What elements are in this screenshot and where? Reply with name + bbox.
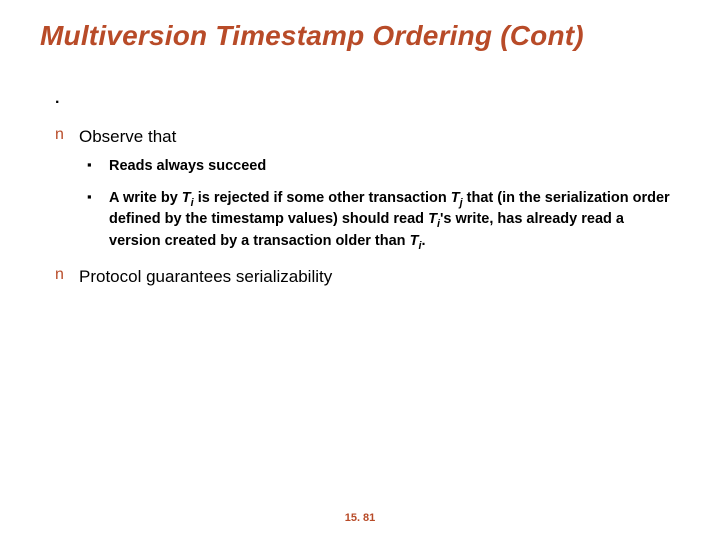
bullet-n-icon: n [55,126,79,144]
sub-list-item-text: Reads always succeed [109,157,680,177]
leading-dot: . [55,90,680,108]
bullet-square-icon: ▪ [87,157,109,174]
sub-list-item: ▪ Reads always succeed [87,157,680,177]
sub-list-item-text: A write by Ti is rejected if some other … [109,189,680,254]
sub-list-item: ▪ A write by Ti is rejected if some othe… [87,189,680,254]
slide: Multiversion Timestamp Ordering (Cont) .… [0,0,720,540]
page-number: 15. 81 [0,512,720,524]
list-item-text: Protocol guarantees serializability [79,266,680,287]
list-item-text: Observe that [79,126,680,147]
bullet-square-icon: ▪ [87,189,109,206]
bullet-n-icon: n [55,266,79,284]
sub-list: ▪ Reads always succeed ▪ A write by Ti i… [87,157,680,253]
slide-content: . n Observe that ▪ Reads always succeed … [55,90,680,297]
slide-title: Multiversion Timestamp Ordering (Cont) [40,20,700,52]
list-item: n Protocol guarantees serializability [55,266,680,287]
list-item: n Observe that [55,126,680,147]
